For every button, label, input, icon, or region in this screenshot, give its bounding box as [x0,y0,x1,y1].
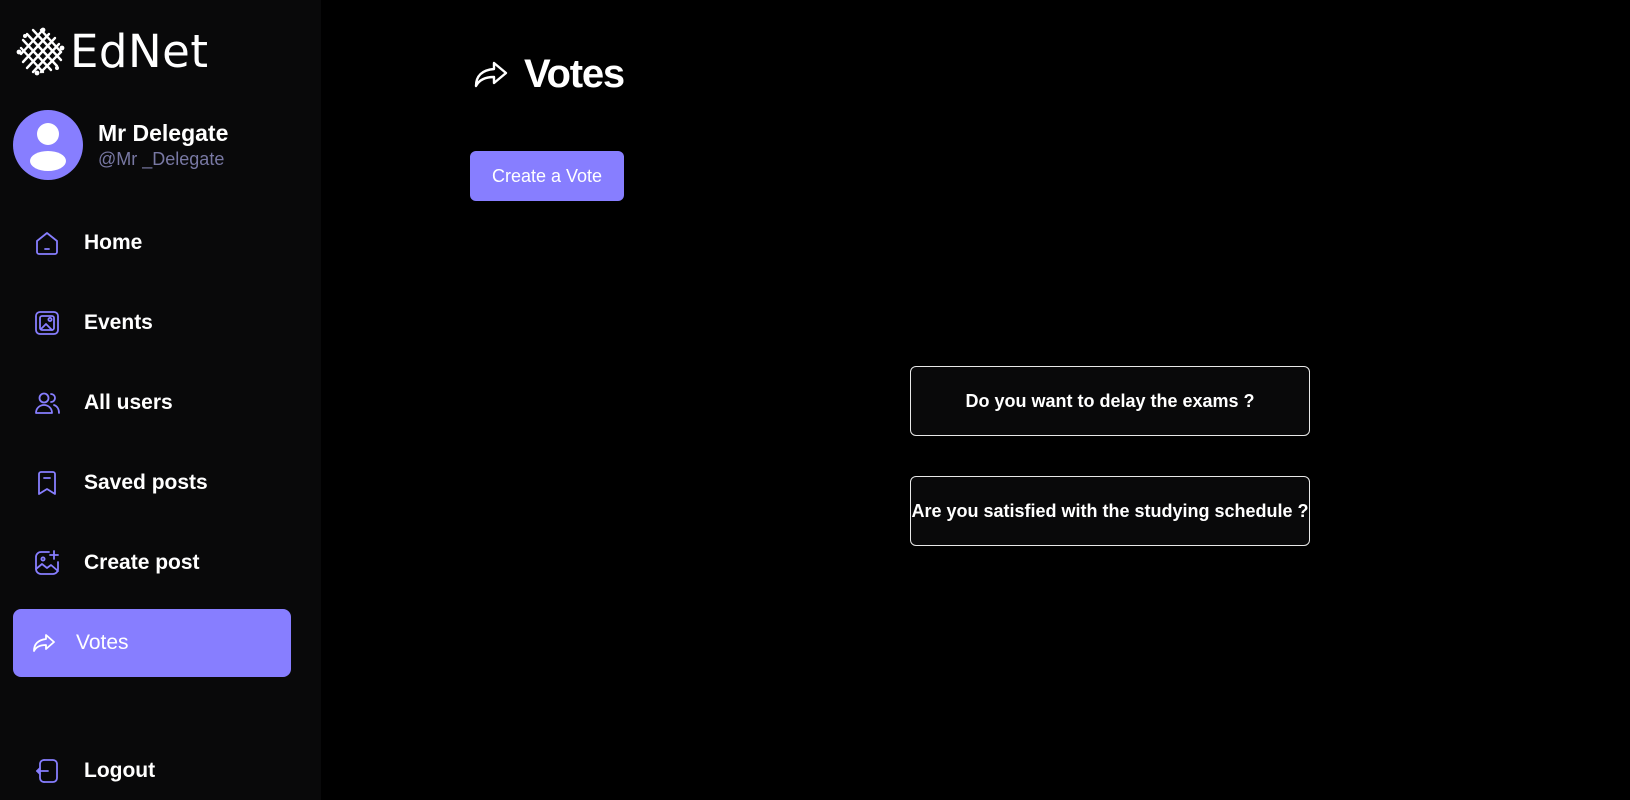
bookmark-icon [32,468,62,498]
vote-card[interactable]: Are you satisfied with the studying sche… [910,476,1310,546]
vote-question: Do you want to delay the exams ? [965,390,1255,411]
sidebar-item-home[interactable]: Home [13,209,291,277]
vote-question: Are you satisfied with the studying sche… [911,500,1309,521]
vote-card[interactable]: Do you want to delay the exams ? [910,366,1310,436]
app-root: EdNet Mr Delegate @Mr _Delegate Home Eve… [0,0,1630,800]
logout-icon [32,756,62,786]
user-avatar-icon [30,123,66,171]
share-arrow-icon [31,630,57,656]
sidebar-item-events[interactable]: Events [13,289,291,357]
profile-name: Mr Delegate [98,120,229,146]
logout-button[interactable]: Logout [13,737,291,800]
sidebar-item-all-users[interactable]: All users [13,369,291,437]
profile-text: Mr Delegate @Mr _Delegate [98,119,228,171]
page-title: Votes [524,52,625,96]
app-name: EdNet [70,24,209,78]
sidebar-item-label: All users [84,391,173,414]
user-profile[interactable]: Mr Delegate @Mr _Delegate [13,110,228,180]
share-arrow-icon [474,61,508,88]
sidebar: EdNet Mr Delegate @Mr _Delegate Home Eve… [0,0,321,800]
app-logo[interactable]: EdNet [13,24,209,78]
avatar[interactable] [13,110,83,180]
gallery-icon [32,308,62,338]
sidebar-item-create-post[interactable]: Create post [13,529,291,597]
ednet-logo-icon [16,27,65,76]
sidebar-item-label: Events [84,311,153,334]
people-icon [32,388,62,418]
sidebar-item-label: Votes [76,631,129,654]
sidebar-item-votes[interactable]: Votes [13,609,291,677]
gallery-add-icon [32,548,62,578]
home-icon [32,228,62,258]
sidebar-item-label: Home [84,231,143,254]
sidebar-item-saved-posts[interactable]: Saved posts [13,449,291,517]
page-header: Votes [472,50,625,98]
sidebar-item-label: Create post [84,551,200,574]
profile-handle: @Mr _Delegate [98,149,225,169]
logout-label: Logout [84,759,156,782]
sidebar-item-label: Saved posts [84,471,208,494]
create-vote-button[interactable]: Create a Vote [470,151,624,201]
